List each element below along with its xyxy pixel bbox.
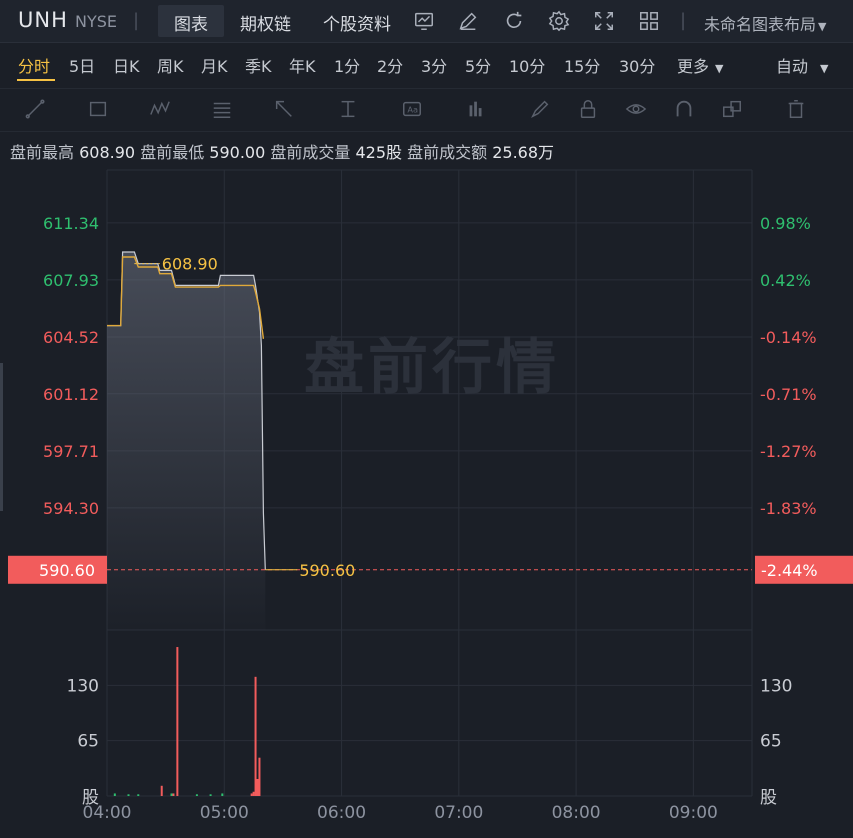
current-price-tag-label: 590.60 xyxy=(39,561,95,580)
max-price-label: 608.90 xyxy=(162,255,218,274)
price-tick-label: 604.52 xyxy=(43,328,99,347)
price-tick-label: 611.34 xyxy=(43,214,99,233)
watermark: 盘前行情 xyxy=(304,333,560,403)
volume-unit-label: 股 xyxy=(760,788,777,808)
current-price-label: 590.60 xyxy=(299,561,355,580)
percent-tick-label: 0.98% xyxy=(760,214,811,233)
volume-bar xyxy=(127,794,130,796)
price-tick-label: 597.71 xyxy=(43,442,99,461)
price-tick-label: 607.93 xyxy=(43,271,99,290)
percent-tick-label: -1.83% xyxy=(760,499,817,518)
volume-tick-label: 130 xyxy=(760,676,792,696)
volume-unit-label: 股 xyxy=(82,788,99,808)
volume-bar xyxy=(160,785,163,796)
percent-tick-label: -0.14% xyxy=(760,328,817,347)
volume-bar xyxy=(221,793,224,796)
volume-bar xyxy=(137,794,140,796)
time-tick-label: 08:00 xyxy=(552,803,601,823)
volume-tick-label: 65 xyxy=(760,732,782,752)
time-tick-label: 06:00 xyxy=(317,803,366,823)
price-area xyxy=(107,252,266,630)
percent-tick-label: -0.71% xyxy=(760,385,817,404)
volume-bar xyxy=(252,791,255,796)
price-tick-label: 601.12 xyxy=(43,385,99,404)
volume-bar xyxy=(170,793,173,796)
volume-bar xyxy=(176,647,179,796)
current-change-tag-label: -2.44% xyxy=(761,561,818,580)
time-tick-label: 05:00 xyxy=(200,803,249,823)
percent-tick-label: -1.27% xyxy=(760,442,817,461)
volume-bar xyxy=(250,793,253,796)
percent-tick-label: 0.42% xyxy=(760,271,811,290)
volume-tick-label: 65 xyxy=(77,732,99,752)
time-tick-label: 09:00 xyxy=(669,803,718,823)
volume-bar xyxy=(209,794,212,796)
intraday-chart[interactable]: 盘前行情 04:00 05:00 06:00 07:00 08:00 09:00611.3… xyxy=(0,0,853,838)
volume-bar xyxy=(172,793,175,796)
volume-bar xyxy=(195,794,198,796)
volume-bar xyxy=(256,778,259,796)
price-tick-label: 594.30 xyxy=(43,499,99,518)
volume-tick-label: 130 xyxy=(67,676,99,696)
volume-bar xyxy=(113,793,116,796)
time-tick-label: 07:00 xyxy=(434,803,483,823)
volume-bar xyxy=(254,676,257,796)
volume-bar xyxy=(258,757,261,796)
